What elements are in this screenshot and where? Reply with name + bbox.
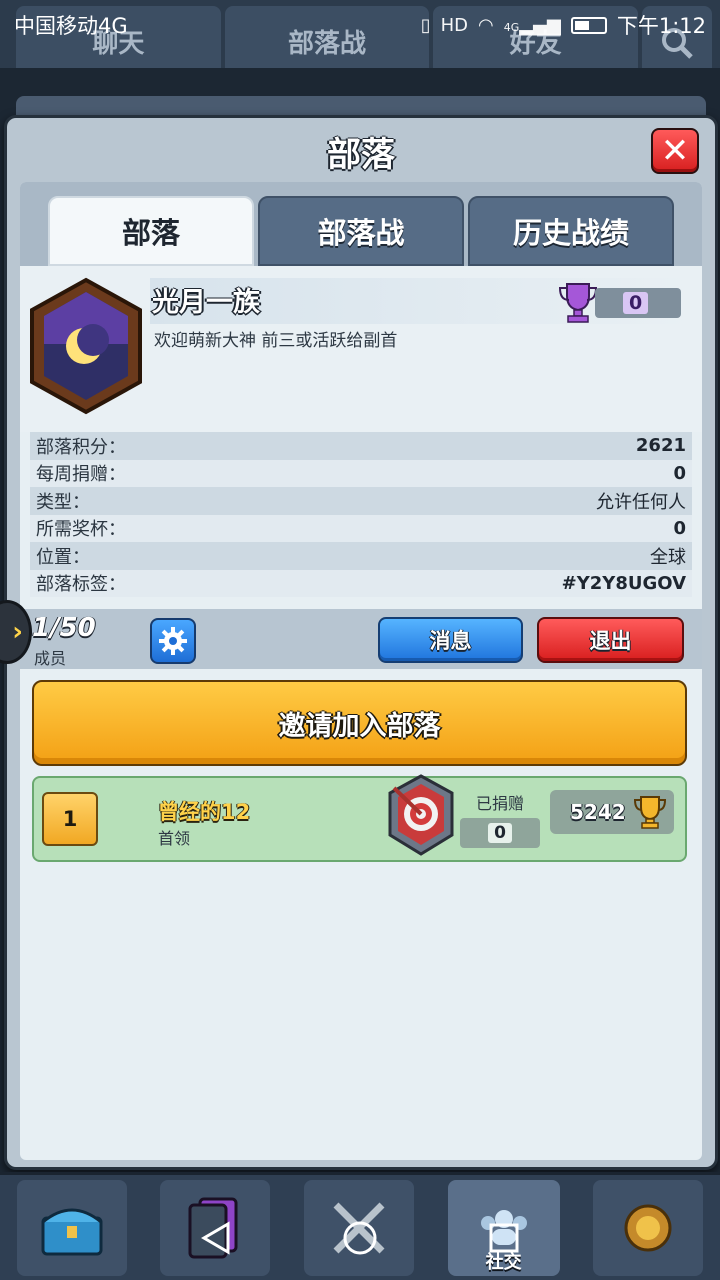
clan-settings-button[interactable]: [150, 618, 196, 664]
gear-icon: [159, 627, 187, 655]
clan-description: 欢迎萌新大神 前三或活跃给副首: [154, 331, 398, 351]
network-type-label: 4G: [503, 20, 520, 34]
donated-label: 已捐赠: [476, 794, 525, 813]
home-button[interactable]: [340, 1218, 380, 1258]
tab-clan[interactable]: 部落: [48, 196, 254, 266]
home-icon: [343, 1221, 377, 1255]
member-trophy-value: 5242: [570, 800, 626, 824]
member-count-label: 成员: [34, 649, 67, 668]
info-value: 2621: [635, 435, 686, 457]
clan-info-list: 部落积分： 2621 每周捐赠： 0 类型： 允许任何人 所需奖杯： 0 位置：…: [20, 432, 702, 597]
modal-content: 部落 部落战 历史战绩 光月一族 0 欢迎萌新大神 前三或活跃给副首 部落积分：…: [20, 182, 702, 1160]
system-nav: [0, 1208, 720, 1268]
donated-value: 0: [488, 823, 512, 843]
member-role: 首领: [158, 829, 191, 848]
info-label: 所需奖杯：: [36, 519, 126, 541]
invite-to-clan-button[interactable]: 邀请加入部落: [32, 680, 687, 766]
info-value: 0: [673, 517, 686, 539]
member-name: 曾经的12: [158, 800, 251, 824]
recents-button[interactable]: [484, 1218, 524, 1258]
clan-badge-icon: [30, 277, 142, 415]
carrier-label: 中国移动4G: [14, 14, 128, 38]
clock-label: 下午1:12: [616, 14, 706, 38]
tab-war-history[interactable]: 历史战绩: [468, 196, 674, 266]
info-row-weekly-donations: 每周捐赠： 0: [30, 459, 692, 487]
wifi-icon: ◠: [478, 14, 494, 36]
recents-icon: [489, 1223, 519, 1253]
clan-name: 光月一族: [152, 287, 260, 318]
close-button[interactable]: ✕: [651, 128, 699, 174]
trophy-icon: [633, 796, 666, 829]
member-count: 1/50: [32, 613, 96, 643]
info-label: 位置：: [36, 546, 90, 568]
signal-icon: 4G▂▄▆: [503, 14, 561, 36]
info-value: 0: [673, 462, 686, 484]
info-value: 允许任何人: [596, 491, 686, 513]
clan-trophy-icon: [558, 283, 598, 323]
info-row-location: 位置： 全球: [30, 542, 692, 570]
leave-clan-button[interactable]: 退出: [537, 617, 684, 663]
member-rank: 1: [42, 792, 98, 846]
tab-clan-war[interactable]: 部落战: [258, 196, 464, 266]
back-icon: [201, 1221, 230, 1255]
modal-title: 部落: [327, 134, 395, 175]
info-row-clan-score: 部落积分： 2621: [30, 432, 692, 460]
info-row-clan-tag: 部落标签： #Y2Y8UGOV: [30, 569, 692, 597]
close-icon: ✕: [660, 131, 690, 171]
vibrate-icon: ▯: [420, 14, 431, 36]
status-icons: ▯ HD ◠ 4G▂▄▆ 下午1:12: [421, 10, 706, 40]
donated-count: 0: [460, 818, 540, 848]
info-row-type: 类型： 允许任何人: [30, 487, 692, 515]
member-trophies: 5242: [550, 790, 674, 834]
status-bar: 中国移动4G ▯ HD ◠ 4G▂▄▆ 下午1:12: [0, 0, 720, 50]
battery-icon: [570, 16, 607, 34]
info-label: 部落积分：: [36, 436, 126, 458]
members-bar: 1/50 成员 消息 退出: [20, 609, 702, 669]
info-label: 类型：: [36, 491, 90, 513]
clan-trophy-count: 0: [595, 288, 681, 318]
info-value: #Y2Y8UGOV: [561, 572, 686, 594]
clan-tabbar: 部落 部落战 历史战绩: [20, 182, 702, 266]
hd-icon: HD: [440, 14, 469, 36]
info-label: 每周捐赠：: [36, 464, 126, 486]
clan-modal: 部落 ✕ 部落 部落战 历史战绩 光月一族 0 欢迎萌新大神 前三或活跃给副首 …: [4, 115, 718, 1170]
arena-badge-icon: [388, 774, 454, 856]
clan-trophy-value: 0: [623, 292, 649, 314]
info-label: 部落标签：: [36, 574, 126, 596]
member-row[interactable]: 1 曾经的12 首领 已捐赠 0 5242: [32, 774, 687, 862]
info-value: 全球: [650, 546, 686, 568]
info-row-required-trophies: 所需奖杯： 0: [30, 514, 692, 542]
clan-header: 光月一族 0 欢迎萌新大神 前三或活跃给副首: [20, 266, 702, 432]
message-button[interactable]: 消息: [378, 617, 523, 663]
back-button[interactable]: [196, 1218, 236, 1258]
